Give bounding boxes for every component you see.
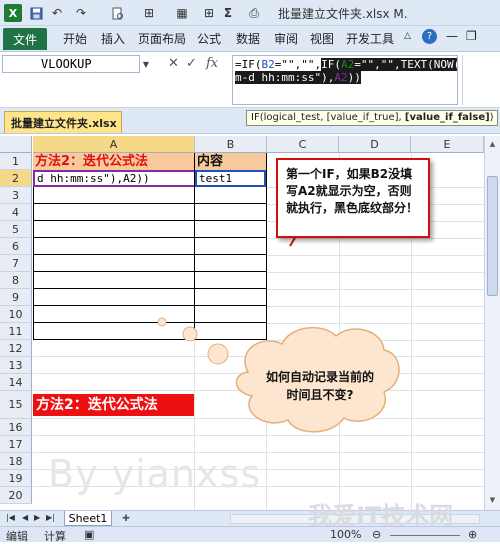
prev-sheet-icon[interactable]: ◀ bbox=[22, 513, 28, 522]
zoom-out-icon[interactable]: ⊖ bbox=[372, 528, 381, 541]
macro-record-icon[interactable]: ▣ bbox=[84, 528, 94, 541]
last-sheet-icon[interactable]: ▶| bbox=[46, 513, 55, 522]
first-sheet-icon[interactable]: |◀ bbox=[6, 513, 15, 522]
next-sheet-icon[interactable]: ▶ bbox=[34, 513, 40, 522]
thought-bubble-dot bbox=[157, 317, 167, 327]
new-sheet-icon[interactable]: ✚ bbox=[118, 512, 134, 525]
vertical-scrollbar[interactable]: ▲ ▼ bbox=[484, 136, 500, 510]
status-bar: 编辑 计算 ▣ 100% ⊖ ⊕ bbox=[0, 526, 500, 543]
sheet-tab-sheet1[interactable]: Sheet1 bbox=[64, 511, 112, 526]
explanation-callout: 第一个IF，如果B2没填写A2就显示为空，否则就执行，黑色底纹部分！ bbox=[276, 158, 430, 238]
scroll-thumb[interactable] bbox=[487, 176, 498, 296]
cloud-callout-text: 如何自动记录当前的时间且不变? bbox=[265, 370, 374, 402]
thought-bubble-dot bbox=[182, 326, 198, 342]
zoom-level[interactable]: 100% bbox=[330, 528, 361, 541]
scroll-up-icon[interactable]: ▲ bbox=[487, 138, 498, 150]
scroll-down-icon[interactable]: ▼ bbox=[487, 494, 498, 506]
zoom-in-icon[interactable]: ⊕ bbox=[468, 528, 477, 541]
watermark: By yianxss bbox=[48, 452, 262, 496]
thought-bubble-dot bbox=[207, 343, 229, 365]
zoom-slider[interactable] bbox=[390, 535, 460, 536]
